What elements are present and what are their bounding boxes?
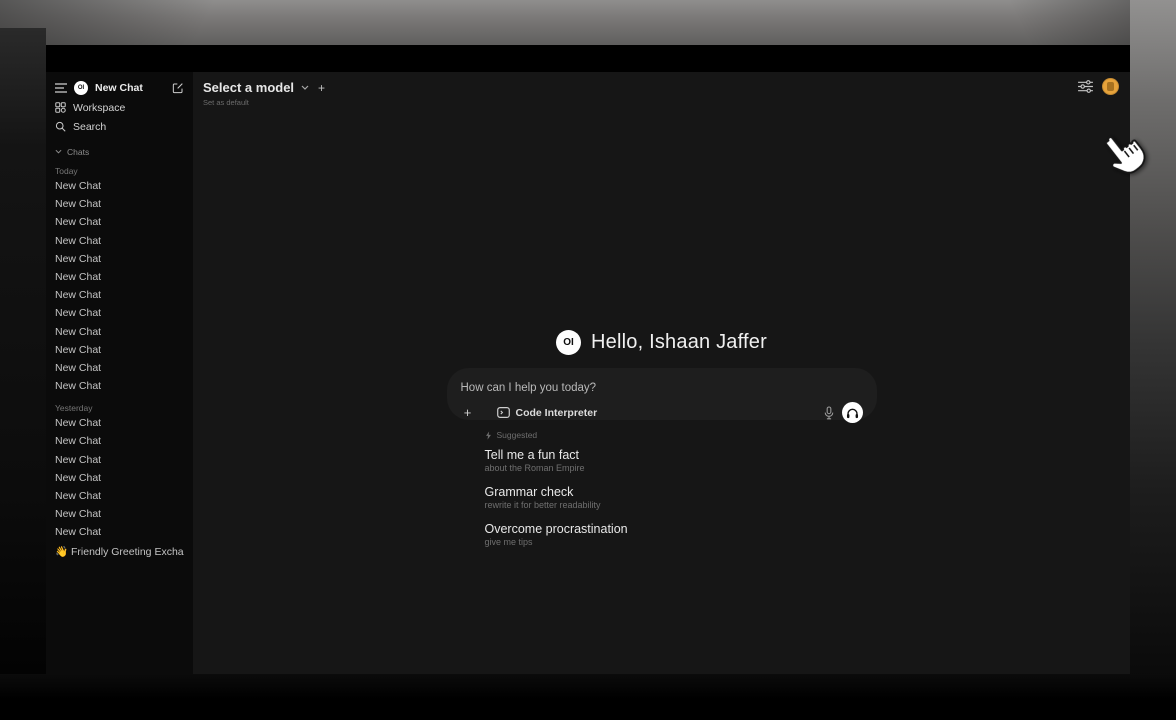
new-chat-icon[interactable]: [172, 82, 184, 94]
chat-groups: TodayNew ChatNew ChatNew ChatNew ChatNew…: [55, 165, 184, 542]
voice-call-button[interactable]: [842, 402, 863, 423]
set-as-default-button[interactable]: Set as default: [203, 98, 1120, 107]
suggested-prompt-subtitle: rewrite it for better readability: [485, 499, 877, 511]
sidebar-item-workspace[interactable]: Workspace: [55, 98, 184, 117]
suggested-prompt-subtitle: give me tips: [485, 536, 877, 548]
add-model-button[interactable]: +: [318, 81, 325, 95]
chat-list-item[interactable]: New Chat: [55, 505, 184, 523]
controls-sliders-icon[interactable]: [1078, 80, 1093, 93]
app-logo: OI: [74, 81, 88, 95]
search-icon: [55, 121, 66, 132]
window-titlebar: [46, 45, 1130, 72]
chat-list-item[interactable]: New Chat: [55, 341, 184, 359]
microphone-icon[interactable]: [824, 406, 834, 420]
user-avatar[interactable]: [1102, 78, 1119, 95]
suggested-prompts: Tell me a fun factabout the Roman Empire…: [485, 448, 877, 548]
suggested-prompt-title: Grammar check: [485, 485, 877, 499]
code-interpreter-label: Code Interpreter: [516, 407, 598, 419]
sidebar-item-search[interactable]: Search: [55, 117, 184, 136]
headphones-icon: [846, 407, 859, 419]
chat-list-item[interactable]: New Chat: [55, 286, 184, 304]
chat-list-item[interactable]: New Chat: [55, 414, 184, 432]
main-panel: Select a model + Set as default OI: [193, 72, 1130, 674]
chat-list-item[interactable]: New Chat: [55, 469, 184, 487]
chat-list-item[interactable]: New Chat: [55, 177, 184, 195]
workspace-grid-icon: [55, 102, 66, 113]
chevron-down-icon: [301, 85, 309, 90]
suggested-prompt-title: Overcome procrastination: [485, 522, 877, 536]
chat-list-item[interactable]: New Chat: [55, 377, 184, 395]
sidebar-title: New Chat: [95, 82, 143, 94]
chats-section-toggle[interactable]: Chats: [55, 145, 184, 158]
sidebar-item-label: Search: [73, 121, 106, 133]
code-interpreter-toggle[interactable]: Code Interpreter: [497, 407, 598, 419]
sidebar: OI New Chat Workspace Search: [46, 72, 193, 674]
sidebar-item-label: Workspace: [73, 102, 125, 114]
sidebar-header: OI New Chat: [55, 77, 184, 98]
chat-group-label: Today: [55, 165, 184, 177]
chat-list-item[interactable]: New Chat: [55, 451, 184, 469]
chat-list-item[interactable]: New Chat: [55, 250, 184, 268]
chats-section-label: Chats: [67, 147, 89, 157]
home-center: OI Hello, Ishaan Jaffer + Code Interpret…: [447, 330, 877, 559]
greeting-text: Hello, Ishaan Jaffer: [591, 331, 767, 354]
desktop-wallpaper-left: [0, 28, 46, 690]
app-window: OI New Chat Workspace Search: [46, 45, 1130, 674]
suggested-label: Suggested: [497, 430, 538, 440]
app-logo: OI: [556, 330, 581, 355]
suggested-prompt-subtitle: about the Roman Empire: [485, 462, 877, 474]
hamburger-menu-icon[interactable]: [55, 83, 67, 93]
top-bar: Select a model + Set as default: [193, 72, 1130, 112]
desktop-wallpaper-right: [1130, 0, 1176, 720]
desktop-wallpaper-top: [0, 0, 1176, 46]
desktop-wallpaper-bottom: [0, 674, 1176, 720]
chat-list-item[interactable]: New Chat: [55, 232, 184, 250]
chat-list-item-pinned[interactable]: 👋 Friendly Greeting Exchange: [55, 543, 184, 561]
model-selector[interactable]: Select a model +: [203, 80, 1120, 95]
greeting-row: OI Hello, Ishaan Jaffer: [447, 330, 877, 355]
suggested-prompt-title: Tell me a fun fact: [485, 448, 877, 462]
chat-list-item[interactable]: New Chat: [55, 432, 184, 450]
chat-list-item[interactable]: New Chat: [55, 195, 184, 213]
chat-list-item[interactable]: New Chat: [55, 304, 184, 322]
attach-plus-button[interactable]: +: [461, 407, 475, 419]
chat-group-label: Yesterday: [55, 402, 184, 414]
code-interpreter-icon: [497, 407, 510, 418]
suggested-prompt[interactable]: Grammar checkrewrite it for better reada…: [485, 485, 877, 511]
chat-list-item[interactable]: New Chat: [55, 268, 184, 286]
bolt-icon: [485, 431, 492, 440]
chat-list-item[interactable]: New Chat: [55, 213, 184, 231]
message-input[interactable]: [461, 382, 863, 394]
chat-list-item[interactable]: New Chat: [55, 523, 184, 541]
suggested-prompt[interactable]: Overcome procrastinationgive me tips: [485, 522, 877, 548]
message-composer: + Code Interpreter: [447, 368, 877, 420]
suggested-section: Suggested Tell me a fun factabout the Ro…: [447, 429, 877, 548]
suggested-prompt[interactable]: Tell me a fun factabout the Roman Empire: [485, 448, 877, 474]
model-selector-label: Select a model: [203, 80, 294, 95]
chat-list-item[interactable]: New Chat: [55, 359, 184, 377]
chat-list-item[interactable]: New Chat: [55, 323, 184, 341]
chevron-down-icon: [55, 149, 62, 154]
chat-list-item[interactable]: New Chat: [55, 487, 184, 505]
